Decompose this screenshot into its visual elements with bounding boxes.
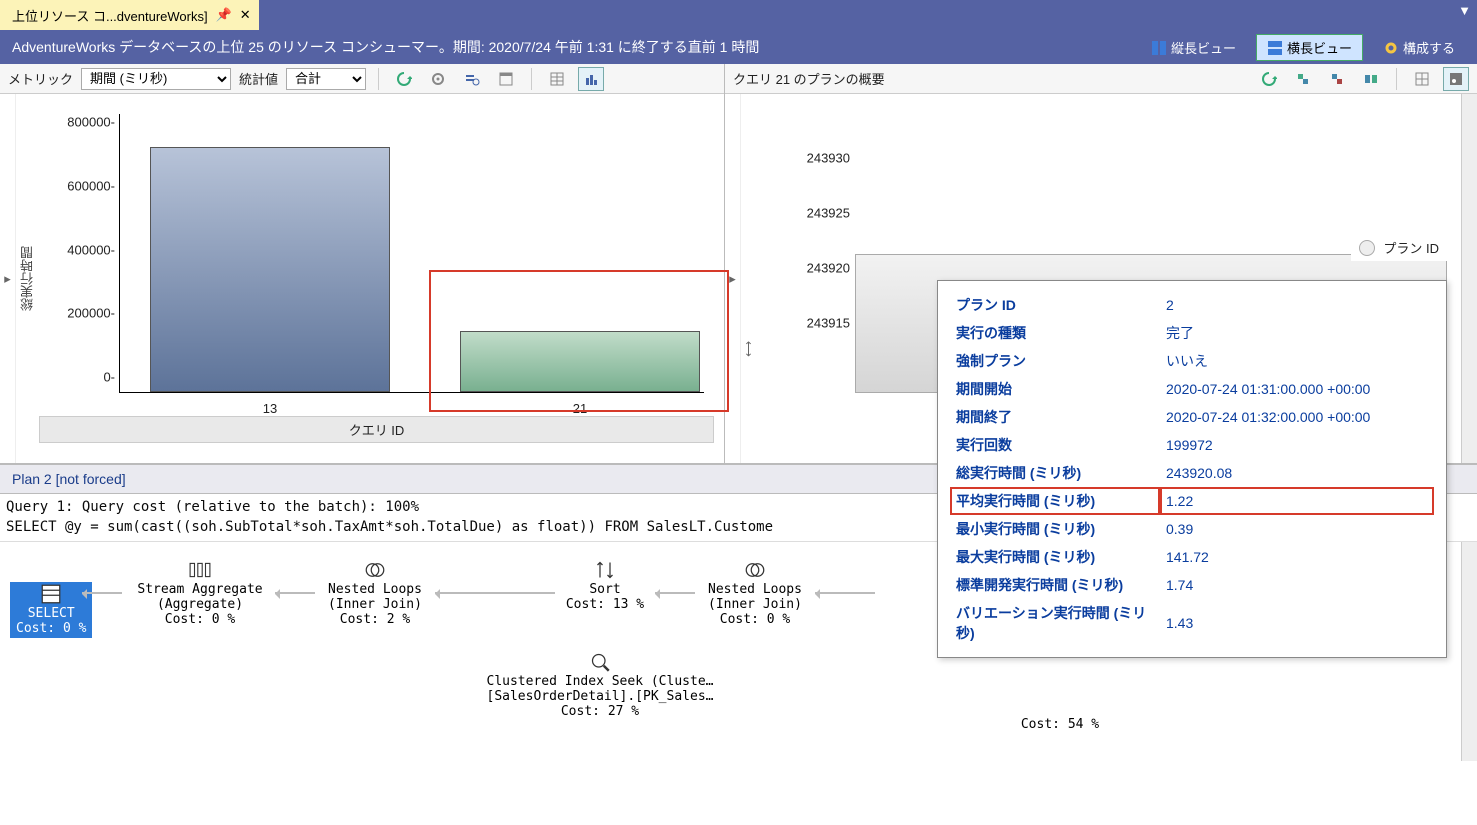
- right-toolbar: クエリ 21 のプランの概要: [725, 64, 1477, 94]
- tooltip-row: 標準開発実行時間 (ミリ秒)1.74: [950, 571, 1434, 599]
- plan-scrollbar[interactable]: [1461, 542, 1477, 761]
- join-icon: [365, 560, 385, 580]
- stat-select[interactable]: 合計: [286, 68, 366, 90]
- vertical-view-button[interactable]: 縦長ビュー: [1141, 35, 1246, 60]
- tooltip-row: 実行の種類完了: [950, 319, 1434, 347]
- splitter-handle[interactable]: ⟷: [741, 94, 755, 463]
- vertical-layout-icon: [1151, 40, 1165, 54]
- rytick: 243930: [770, 151, 850, 166]
- ytick: 400000-: [50, 242, 115, 257]
- rytick: 243915: [770, 316, 850, 331]
- horizontal-view-button[interactable]: 横長ビュー: [1256, 34, 1363, 61]
- r-chart-button[interactable]: [1443, 67, 1469, 91]
- r-refresh-button[interactable]: [1256, 67, 1282, 91]
- horizontal-layout-icon: [1267, 40, 1281, 54]
- tooltip-row: 総実行時間 (ミリ秒)243920.08: [950, 459, 1434, 487]
- ytick: 200000-: [50, 306, 115, 321]
- track-query-button[interactable]: [425, 67, 451, 91]
- plan-node-clustered-index-seek[interactable]: Clustered Index Seek (Cluste… [SalesOrde…: [480, 652, 720, 719]
- detail-view-button[interactable]: [493, 67, 519, 91]
- right-expander[interactable]: ▸: [725, 94, 741, 463]
- rytick: 243925: [770, 206, 850, 221]
- force-plan-button[interactable]: [1290, 67, 1316, 91]
- report-header: AdventureWorks データベースの上位 25 のリソース コンシューマ…: [0, 30, 1477, 64]
- tooltip-row: 最小実行時間 (ミリ秒)0.39: [950, 515, 1434, 543]
- bar-query-13[interactable]: [150, 147, 390, 392]
- sort-icon: [595, 560, 615, 580]
- report-title: AdventureWorks データベースの上位 25 のリソース コンシューマ…: [12, 37, 1141, 57]
- stat-label: 統計値: [239, 69, 278, 88]
- join-icon: [745, 560, 765, 580]
- close-icon[interactable]: ✕: [240, 7, 251, 23]
- grid-view-button[interactable]: [544, 67, 570, 91]
- tooltip-row: 期間終了2020-07-24 01:32:00.000 +00:00: [950, 403, 1434, 431]
- tooltip-row: 最大実行時間 (ミリ秒)141.72: [950, 543, 1434, 571]
- window-dropdown-icon[interactable]: ▼: [1458, 3, 1471, 18]
- active-tab[interactable]: 上位リソース コ...dventureWorks] 📌 ✕: [0, 0, 259, 30]
- legend-marker-icon: [1359, 240, 1375, 256]
- xtick: 13: [150, 401, 390, 416]
- refresh-button[interactable]: [391, 67, 417, 91]
- plan-node-sort[interactable]: Sort Cost: 13 %: [560, 560, 650, 612]
- left-yaxis-title: 総実行時間: [16, 94, 39, 463]
- r-grid-button[interactable]: [1409, 67, 1435, 91]
- tooltip-row: 実行回数199972: [950, 431, 1434, 459]
- tooltip-row: 期間開始2020-07-24 01:31:00.000 +00:00: [950, 375, 1434, 403]
- left-xaxis-title: クエリ ID: [39, 416, 714, 443]
- right-scrollbar[interactable]: [1461, 94, 1477, 463]
- right-legend: プラン ID: [1351, 234, 1447, 261]
- tab-title: 上位リソース コ...dventureWorks]: [12, 6, 208, 25]
- ytick: 800000-: [50, 115, 115, 130]
- tooltip-row: プラン ID2: [950, 291, 1434, 319]
- tab-strip: 上位リソース コ...dventureWorks] 📌 ✕ ▼: [0, 0, 1477, 30]
- configure-button[interactable]: 構成する: [1373, 35, 1465, 60]
- view-query-button[interactable]: [459, 67, 485, 91]
- left-toolbar: メトリック 期間 (ミリ秒) 統計値 合計: [0, 64, 724, 94]
- right-title: クエリ 21 のプランの概要: [733, 69, 1248, 88]
- plan-details-tooltip: プラン ID2実行の種類完了強制プランいいえ期間開始2020-07-24 01:…: [937, 280, 1447, 658]
- pin-icon[interactable]: 📌: [216, 7, 232, 23]
- tooltip-row: 強制プランいいえ: [950, 347, 1434, 375]
- tooltip-row: 平均実行時間 (ミリ秒)1.22: [950, 487, 1434, 515]
- top-queries-panel: メトリック 期間 (ミリ秒) 統計値 合計 ▸ 総実行時間 0- 200000- 4…: [0, 64, 725, 463]
- unforce-plan-button[interactable]: [1324, 67, 1350, 91]
- tooltip-row: バリエーション実行時間 (ミリ秒)1.43: [950, 599, 1434, 647]
- rytick: 243920: [770, 261, 850, 276]
- chart-view-button[interactable]: [578, 67, 604, 91]
- plan-node-stream-aggregate[interactable]: Stream Aggregate (Aggregate) Cost: 0 %: [130, 560, 270, 627]
- metric-label: メトリック: [8, 69, 73, 88]
- ytick: 0-: [50, 370, 115, 385]
- gear-icon: [1383, 40, 1397, 54]
- selected-bar-highlight: [429, 270, 729, 412]
- left-chart: 0-200000-400000-600000-800000-1321 クエリ I…: [39, 104, 714, 453]
- plan-node-cost-54[interactable]: Cost: 54 %: [990, 717, 1130, 732]
- plan-node-nested-loops-1[interactable]: Nested Loops (Inner Join) Cost: 2 %: [320, 560, 430, 627]
- left-expander[interactable]: ▸: [0, 94, 16, 463]
- table-icon: [41, 584, 61, 604]
- ytick: 600000-: [50, 178, 115, 193]
- compare-plan-button[interactable]: [1358, 67, 1384, 91]
- index-seek-icon: [590, 652, 610, 672]
- plan-node-nested-loops-2[interactable]: Nested Loops (Inner Join) Cost: 0 %: [700, 560, 810, 627]
- aggregate-icon: [189, 560, 211, 580]
- metric-select[interactable]: 期間 (ミリ秒): [81, 68, 231, 90]
